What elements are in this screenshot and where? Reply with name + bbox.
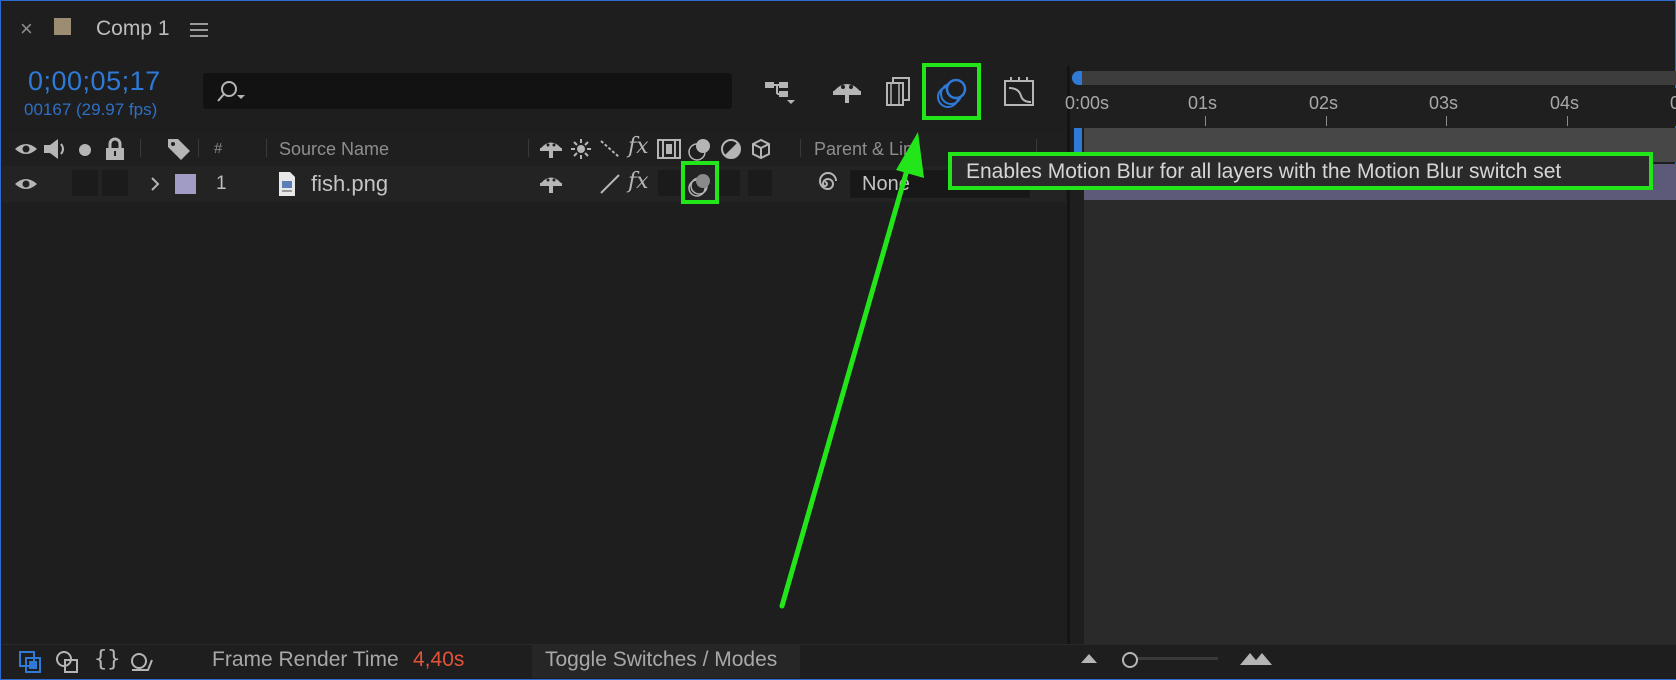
annotation-arrow bbox=[779, 132, 924, 609]
